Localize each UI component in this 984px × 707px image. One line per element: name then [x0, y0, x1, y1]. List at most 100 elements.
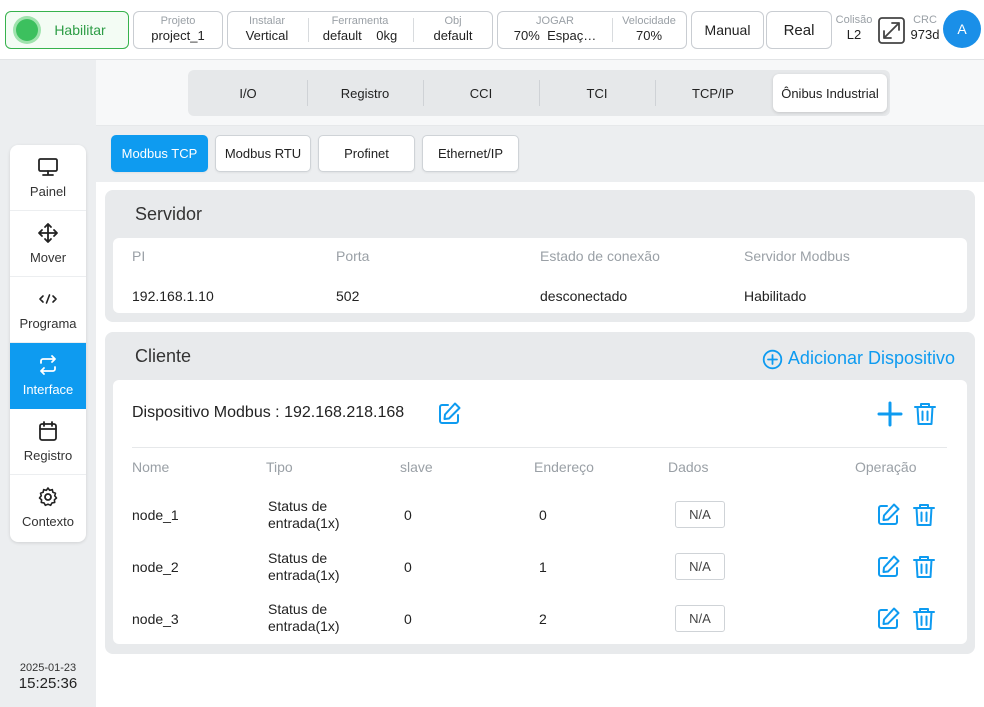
calendar-icon — [39, 421, 57, 441]
node-address: 0 — [539, 507, 547, 523]
add-node-icon[interactable] — [877, 401, 903, 427]
delete-device-icon[interactable] — [912, 401, 938, 427]
tool-weight: 0kg — [376, 28, 398, 43]
edit-node-icon[interactable] — [875, 554, 901, 580]
node-name: node_2 — [132, 559, 179, 575]
node-slave: 0 — [404, 559, 412, 575]
side-navigation: Painel Mover Programa Interface Registro… — [10, 145, 86, 542]
subtab-modbus-rtu[interactable]: Modbus RTU — [215, 135, 311, 172]
tool-value: default — [322, 28, 362, 43]
edit-device-icon[interactable] — [436, 401, 462, 427]
node-data-value: N/A — [675, 501, 725, 528]
tab-tcp-ip[interactable]: TCP/IP — [656, 74, 770, 112]
move-icon — [38, 223, 58, 243]
install-value: Vertical — [245, 28, 289, 43]
server-title: Servidor — [135, 204, 203, 224]
project-selector[interactable]: Projeto project_1 — [133, 11, 223, 49]
monitor-icon — [38, 158, 58, 176]
obj-value: default — [433, 28, 473, 43]
tab-industrial-bus[interactable]: Ônibus Industrial — [773, 74, 887, 112]
delete-node-icon[interactable] — [911, 554, 937, 580]
server-connection-status: desconectado — [540, 288, 628, 304]
collision-label: Colisão — [835, 14, 873, 26]
client-panel: Cliente Adicionar Dispositivo Dispositiv… — [105, 332, 975, 654]
server-port: 502 — [336, 288, 360, 304]
delete-node-icon[interactable] — [911, 502, 937, 528]
clock: 2025-01-23 15:25:36 — [6, 662, 90, 692]
nav-item-interface[interactable]: Interface — [10, 343, 86, 409]
obj-label: Obj — [444, 15, 462, 27]
server-header-status: Estado de conexão — [540, 248, 660, 264]
nav-item-contexto[interactable]: Contexto — [10, 475, 86, 541]
tab-registro[interactable]: Registro — [308, 74, 422, 112]
manual-mode-button[interactable]: Manual — [691, 11, 764, 49]
subtab-modbus-tcp[interactable]: Modbus TCP — [111, 135, 208, 172]
edit-node-icon[interactable] — [875, 606, 901, 632]
nav-item-registro[interactable]: Registro — [10, 409, 86, 475]
nav-item-mover[interactable]: Mover — [10, 211, 86, 277]
crc-value: 973d — [910, 27, 940, 42]
edit-node-icon[interactable] — [875, 502, 901, 528]
nav-label: Mover — [29, 250, 67, 265]
node-address: 1 — [539, 559, 547, 575]
crc-label: CRC — [913, 14, 937, 26]
device-divider — [132, 447, 947, 448]
subtab-profinet[interactable]: Profinet — [318, 135, 415, 172]
real-mode-button[interactable]: Real — [766, 11, 832, 49]
speed-value: 70% — [635, 28, 663, 43]
top-status-bar: Habilitar Projeto project_1 Instalar Ver… — [0, 0, 984, 60]
collision-value: L2 — [846, 27, 862, 42]
current-time: 15:25:36 — [18, 675, 78, 692]
add-device-label: Adicionar Dispositivo — [787, 347, 955, 368]
jog-speed-group[interactable]: JOGAR 70% Espaç… Velocidade 70% — [497, 11, 687, 49]
server-card: PI Porta Estado de conexão Servidor Modb… — [113, 238, 967, 313]
add-circle-icon — [762, 349, 783, 370]
delete-node-icon[interactable] — [911, 606, 937, 632]
jog-label: JOGAR — [536, 15, 574, 27]
node-data-value: N/A — [675, 553, 725, 580]
tool-label: Ferramenta — [331, 15, 389, 27]
node-type: Status de entrada(1x) — [268, 601, 340, 634]
node-data-value: N/A — [675, 605, 725, 632]
install-label: Instalar — [248, 15, 286, 27]
nav-label: Interface — [22, 382, 74, 397]
user-avatar[interactable]: A — [943, 10, 981, 48]
server-modbus-status: Habilitado — [744, 288, 807, 304]
col-header-name: Nome — [132, 459, 170, 475]
project-value: project_1 — [151, 28, 205, 43]
node-type: Status de entrada(1x) — [268, 550, 340, 583]
expand-icon[interactable] — [878, 17, 905, 44]
code-icon — [39, 294, 57, 304]
col-header-address: Endereço — [534, 459, 594, 475]
nav-label: Registro — [23, 448, 73, 463]
nav-label: Programa — [19, 316, 77, 331]
node-type: Status de entrada(1x) — [268, 498, 340, 531]
node-address: 2 — [539, 611, 547, 627]
protocol-tabs: Modbus TCP Modbus RTU Profinet Ethernet/… — [96, 126, 984, 182]
col-header-operation: Operação — [855, 459, 917, 475]
nav-item-programa[interactable]: Programa — [10, 277, 86, 343]
node-name: node_3 — [132, 611, 179, 627]
enable-button[interactable]: Habilitar — [5, 11, 129, 49]
tab-bar: I/O Registro CCI TCI TCP/IP Ônibus Indus… — [188, 70, 890, 116]
crc-indicator: CRC 973d — [906, 14, 944, 42]
nav-item-painel[interactable]: Painel — [10, 145, 86, 211]
enable-label: Habilitar — [54, 22, 106, 38]
tab-cci[interactable]: CCI — [424, 74, 538, 112]
device-title: Dispositivo Modbus : 192.168.218.168 — [132, 404, 405, 421]
install-tool-obj-group[interactable]: Instalar Vertical Ferramenta default 0kg… — [227, 11, 493, 49]
tab-tci[interactable]: TCI — [540, 74, 654, 112]
device-card: Dispositivo Modbus : 192.168.218.168 Nom… — [113, 380, 967, 644]
collision-indicator[interactable]: Colisão L2 — [834, 14, 874, 42]
jog-space: Espaç… — [547, 28, 597, 43]
add-device-button[interactable]: Adicionar Dispositivo — [762, 346, 955, 370]
current-date: 2025-01-23 — [19, 662, 77, 674]
server-header-ip: PI — [132, 248, 146, 264]
speed-label: Velocidade — [622, 15, 676, 27]
subtab-ethernet-ip[interactable]: Ethernet/IP — [422, 135, 519, 172]
main-content: I/O Registro CCI TCI TCP/IP Ônibus Indus… — [96, 60, 984, 707]
nav-label: Painel — [29, 184, 67, 199]
tab-io[interactable]: I/O — [192, 74, 304, 112]
nav-label: Contexto — [21, 514, 75, 529]
jog-percent: 70% — [513, 28, 540, 43]
